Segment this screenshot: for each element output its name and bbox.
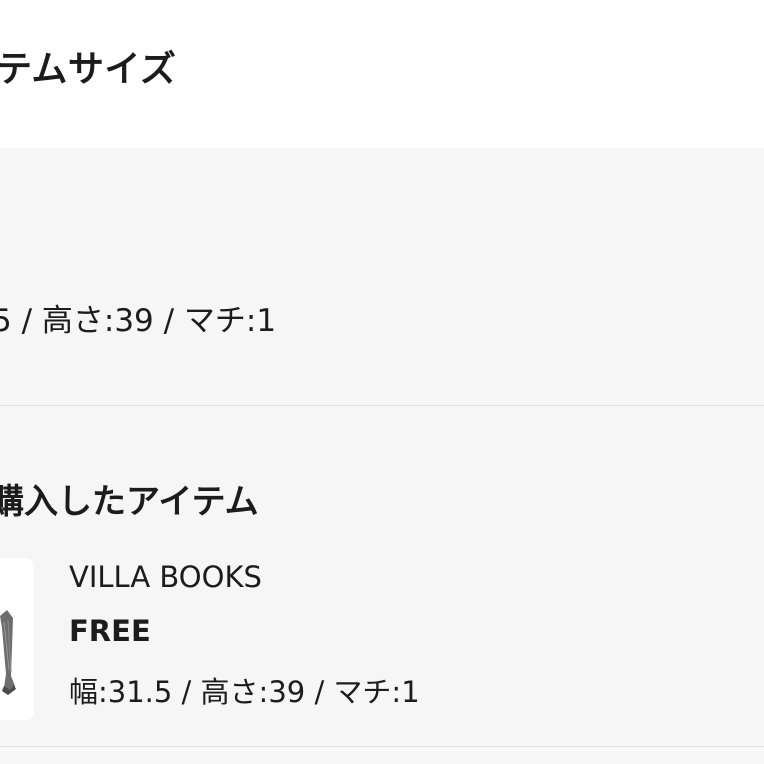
item-size-label: FREE bbox=[69, 614, 151, 648]
item-size-card: 5 / 高さ:39 / マチ:1 bbox=[0, 148, 764, 405]
item-dimensions: 幅:31.5 / 高さ:39 / マチ:1 bbox=[69, 675, 420, 709]
purchased-items-title: 購入したアイテム bbox=[0, 482, 259, 522]
item-brand: VILLA BOOKS bbox=[69, 560, 262, 594]
page-title: テムサイズ bbox=[0, 49, 177, 90]
next-section-top bbox=[0, 747, 764, 764]
item-thumbnail[interactable] bbox=[0, 558, 34, 720]
purchased-items-section: 購入したアイテム VILLA BOOKS FREE 幅:31.5 / 高さ:39… bbox=[0, 406, 764, 746]
page-header: テムサイズ bbox=[0, 0, 764, 148]
item-size-dimensions: 5 / 高さ:39 / マチ:1 bbox=[0, 303, 277, 339]
product-image bbox=[0, 558, 34, 720]
